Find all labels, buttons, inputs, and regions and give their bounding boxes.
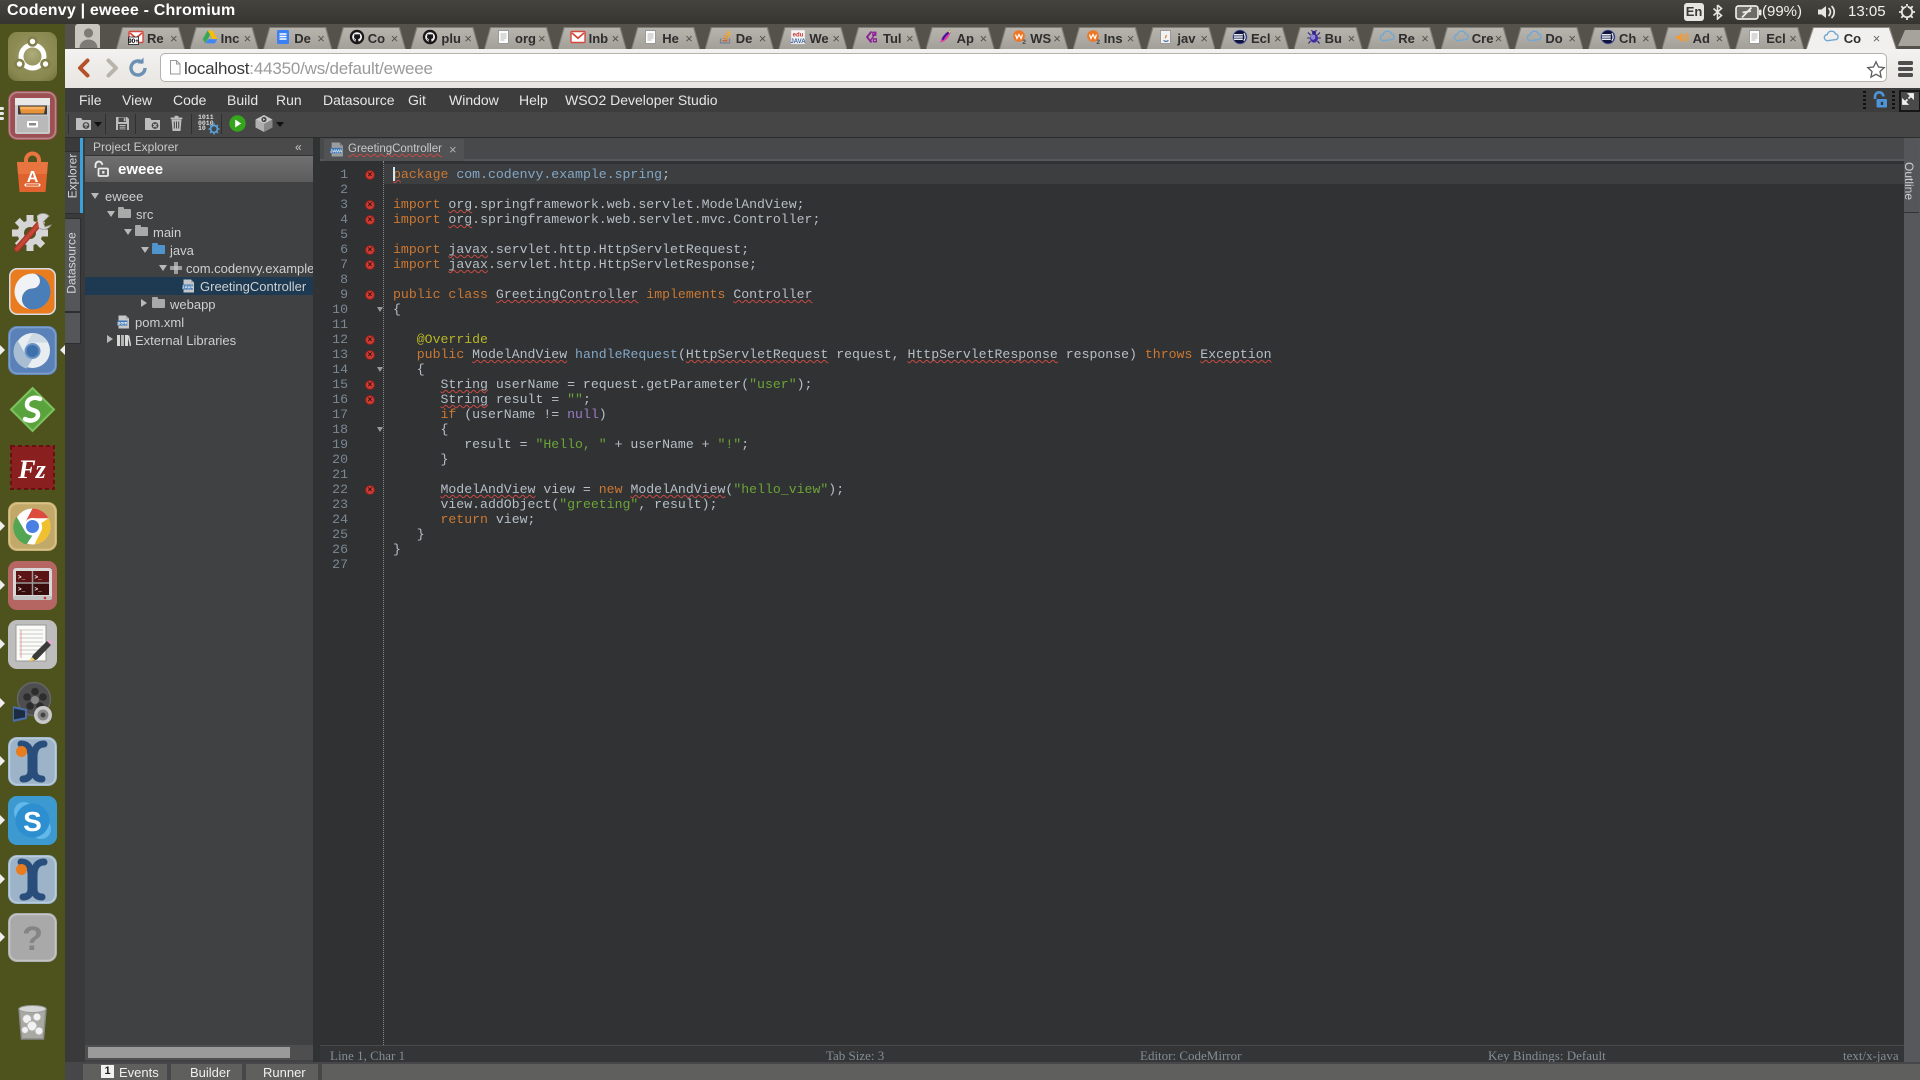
svg-text:edu: edu: [793, 33, 804, 39]
svg-text:JAVA: JAVA: [330, 148, 343, 154]
svg-text:S: S: [23, 806, 42, 837]
svg-text:JAVA: JAVA: [182, 285, 194, 290]
svg-text:>_: >_: [18, 586, 26, 593]
svg-text:JAVA: JAVA: [791, 39, 807, 45]
svg-text:>_: >_: [35, 574, 43, 581]
svg-text:A: A: [27, 169, 39, 186]
svg-text:?: ?: [22, 920, 43, 958]
svg-text:>_: >_: [35, 586, 43, 593]
svg-text:Fz: Fz: [17, 455, 46, 484]
svg-text:90+: 90+: [128, 38, 139, 45]
svg-text:pom: pom: [117, 322, 127, 327]
svg-text:2: 2: [1023, 39, 1027, 45]
svg-text:2: 2: [1096, 39, 1100, 45]
svg-text:>_: >_: [18, 574, 26, 581]
